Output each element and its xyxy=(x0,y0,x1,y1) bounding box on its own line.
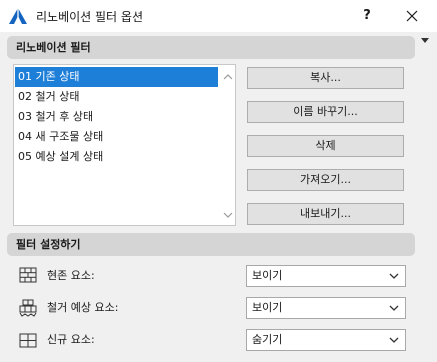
chevron-down-icon xyxy=(389,305,399,311)
panel-scroll-down-icon[interactable] xyxy=(421,38,429,43)
demolished-elements-icon xyxy=(19,299,37,317)
new-elements-icon xyxy=(19,333,37,348)
existing-elements-value: 보이기 xyxy=(252,269,283,282)
title-bar: 리노베이션 필터 옵션 ? xyxy=(0,0,437,32)
filter-list-item[interactable]: 01 기존 상태 xyxy=(15,67,218,87)
window-title: 리노베이션 필터 옵션 xyxy=(36,10,143,24)
delete-button[interactable]: 삭제 xyxy=(247,135,404,157)
copy-button[interactable]: 복사... xyxy=(247,67,404,89)
demolished-elements-select[interactable]: 보이기 xyxy=(246,297,406,319)
filter-list[interactable]: 01 기존 상태 02 철거 상태 03 철거 후 상태 04 새 구조물 상태… xyxy=(13,64,236,226)
existing-elements-brick-icon xyxy=(19,267,37,283)
help-button[interactable]: ? xyxy=(356,6,378,26)
scroll-up-icon[interactable] xyxy=(223,73,233,81)
demolished-elements-label: 철거 예상 요소: xyxy=(47,301,119,314)
rename-button[interactable]: 이름 바꾸기... xyxy=(247,101,404,123)
new-elements-label: 신규 요소: xyxy=(47,333,95,346)
chevron-down-icon xyxy=(389,337,399,343)
chevron-down-icon xyxy=(389,273,399,279)
existing-elements-select[interactable]: 보이기 xyxy=(246,265,406,287)
demolished-elements-value: 보이기 xyxy=(252,301,283,314)
archicad-app-icon xyxy=(9,8,27,24)
filter-list-item[interactable]: 03 철거 후 상태 xyxy=(15,107,218,127)
export-button[interactable]: 내보내기... xyxy=(247,203,404,225)
scroll-down-icon[interactable] xyxy=(223,211,233,219)
new-elements-value: 숨기기 xyxy=(252,333,283,346)
filter-list-item[interactable]: 02 철거 상태 xyxy=(15,87,218,107)
filter-list-item[interactable]: 05 예상 설계 상태 xyxy=(15,147,218,167)
new-elements-select[interactable]: 숨기기 xyxy=(246,329,406,351)
filters-section-header: 리노베이션 필터 xyxy=(7,36,415,59)
existing-elements-label: 현존 요소: xyxy=(47,269,95,282)
settings-section-header: 필터 설정하기 xyxy=(7,233,415,256)
close-button[interactable] xyxy=(400,6,424,26)
import-button[interactable]: 가져오기... xyxy=(247,169,404,191)
close-icon xyxy=(406,10,418,22)
filter-list-item[interactable]: 04 새 구조물 상태 xyxy=(15,127,218,147)
